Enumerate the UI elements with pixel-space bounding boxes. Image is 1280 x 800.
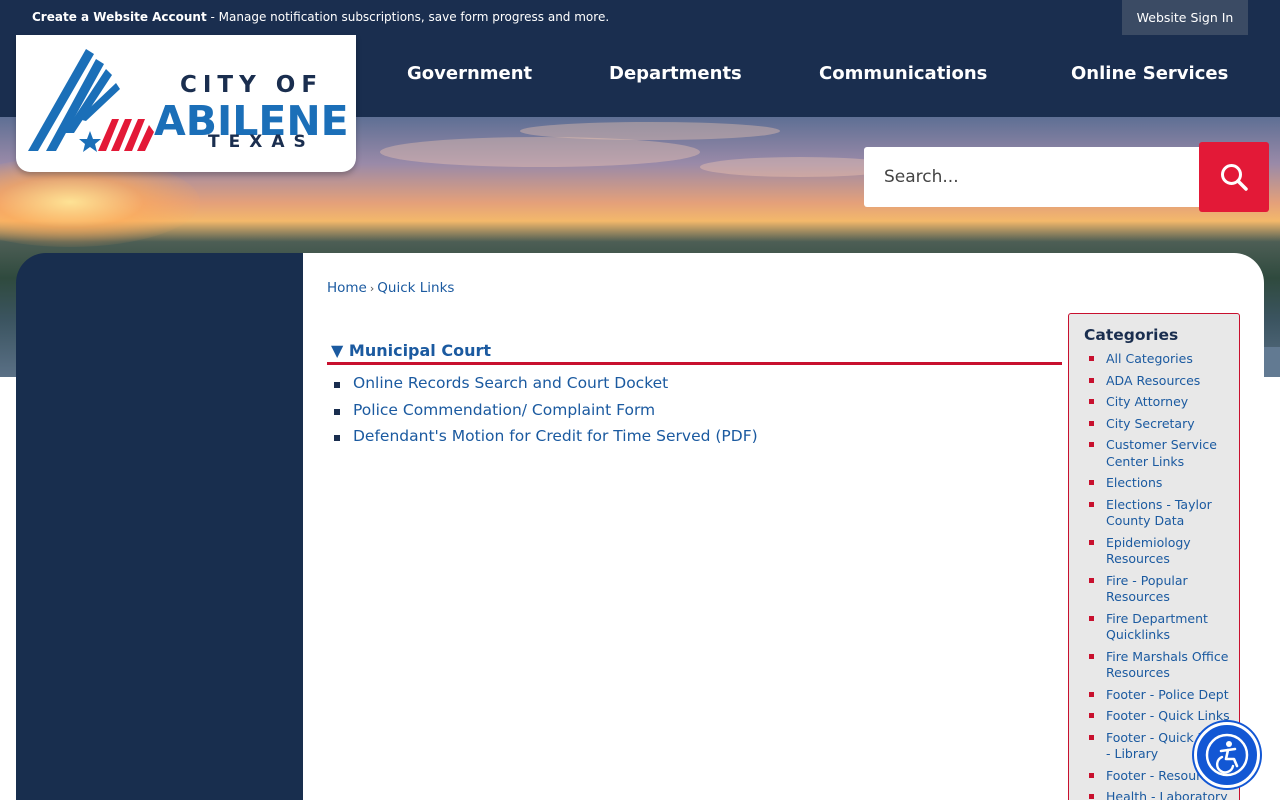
collapse-arrow-icon: ▼ xyxy=(331,341,344,360)
section-title: Municipal Court xyxy=(348,341,492,360)
category-item[interactable]: Customer Service Center Links xyxy=(1089,437,1234,470)
breadcrumb: Home › Quick Links xyxy=(327,280,454,296)
accessibility-icon xyxy=(1205,733,1249,777)
category-item[interactable]: Fire Department Quicklinks xyxy=(1089,611,1234,644)
quick-links-list: Online Records Search and Court Docket P… xyxy=(331,374,758,454)
nav-communications[interactable]: Communications xyxy=(819,63,987,84)
abilene-logo-graphic: CITY OF ABILENE TEXAS xyxy=(28,49,349,152)
search-icon xyxy=(1221,164,1248,191)
category-item[interactable]: ADA Resources xyxy=(1089,373,1234,390)
category-item[interactable]: Footer - Police Dept xyxy=(1089,687,1234,704)
nav-government[interactable]: Government xyxy=(407,63,532,84)
category-item[interactable]: City Secretary xyxy=(1089,416,1234,433)
search-input[interactable] xyxy=(864,147,1200,207)
account-message: Create a Website Account - Manage notifi… xyxy=(32,10,609,24)
city-logo[interactable]: CITY OF ABILENE TEXAS xyxy=(16,35,356,172)
search-button[interactable] xyxy=(1199,142,1269,212)
category-item[interactable]: Fire - Popular Resources xyxy=(1089,573,1234,606)
category-item[interactable]: Health - Laboratory xyxy=(1089,789,1234,800)
section-header: ▼ Municipal Court xyxy=(327,341,1062,365)
breadcrumb-quick-links[interactable]: Quick Links xyxy=(377,280,454,296)
nav-online-services[interactable]: Online Services xyxy=(1071,63,1228,84)
link-defendant-motion[interactable]: Defendant's Motion for Credit for Time S… xyxy=(353,427,758,445)
top-utility-bar: Create a Website Account - Manage notifi… xyxy=(0,0,1280,35)
category-item[interactable]: Footer - Quick Links xyxy=(1089,708,1234,725)
categories-title: Categories xyxy=(1084,326,1179,344)
website-sign-in-button[interactable]: Website Sign In xyxy=(1122,0,1248,35)
link-police-commendation[interactable]: Police Commendation/ Complaint Form xyxy=(353,401,655,419)
category-item[interactable]: Fire Marshals Office Resources xyxy=(1089,649,1234,682)
breadcrumb-separator: › xyxy=(369,282,375,295)
logo-texas: TEXAS xyxy=(208,132,315,152)
logo-city-of: CITY OF xyxy=(180,72,323,98)
category-item[interactable]: City Attorney xyxy=(1089,394,1234,411)
accessibility-button[interactable] xyxy=(1194,722,1260,788)
category-item[interactable]: All Categories xyxy=(1089,351,1234,368)
category-item[interactable]: Epidemiology Resources xyxy=(1089,535,1234,568)
main-content: Home › Quick Links ▼ Municipal Court Onlin… xyxy=(303,253,1264,800)
link-online-records[interactable]: Online Records Search and Court Docket xyxy=(353,374,668,392)
list-item: Online Records Search and Court Docket xyxy=(331,374,758,401)
nav-departments[interactable]: Departments xyxy=(609,63,742,84)
category-item[interactable]: Elections - Taylor County Data xyxy=(1089,497,1234,530)
side-panel xyxy=(16,253,316,800)
breadcrumb-home[interactable]: Home xyxy=(327,280,367,296)
municipal-court-toggle[interactable]: ▼ Municipal Court xyxy=(331,341,491,360)
list-item: Police Commendation/ Complaint Form xyxy=(331,401,758,428)
account-description: - Manage notification subscriptions, sav… xyxy=(206,10,610,24)
create-account-link[interactable]: Create a Website Account xyxy=(32,10,207,24)
list-item: Defendant's Motion for Credit for Time S… xyxy=(331,427,758,454)
category-item[interactable]: Elections xyxy=(1089,475,1234,492)
